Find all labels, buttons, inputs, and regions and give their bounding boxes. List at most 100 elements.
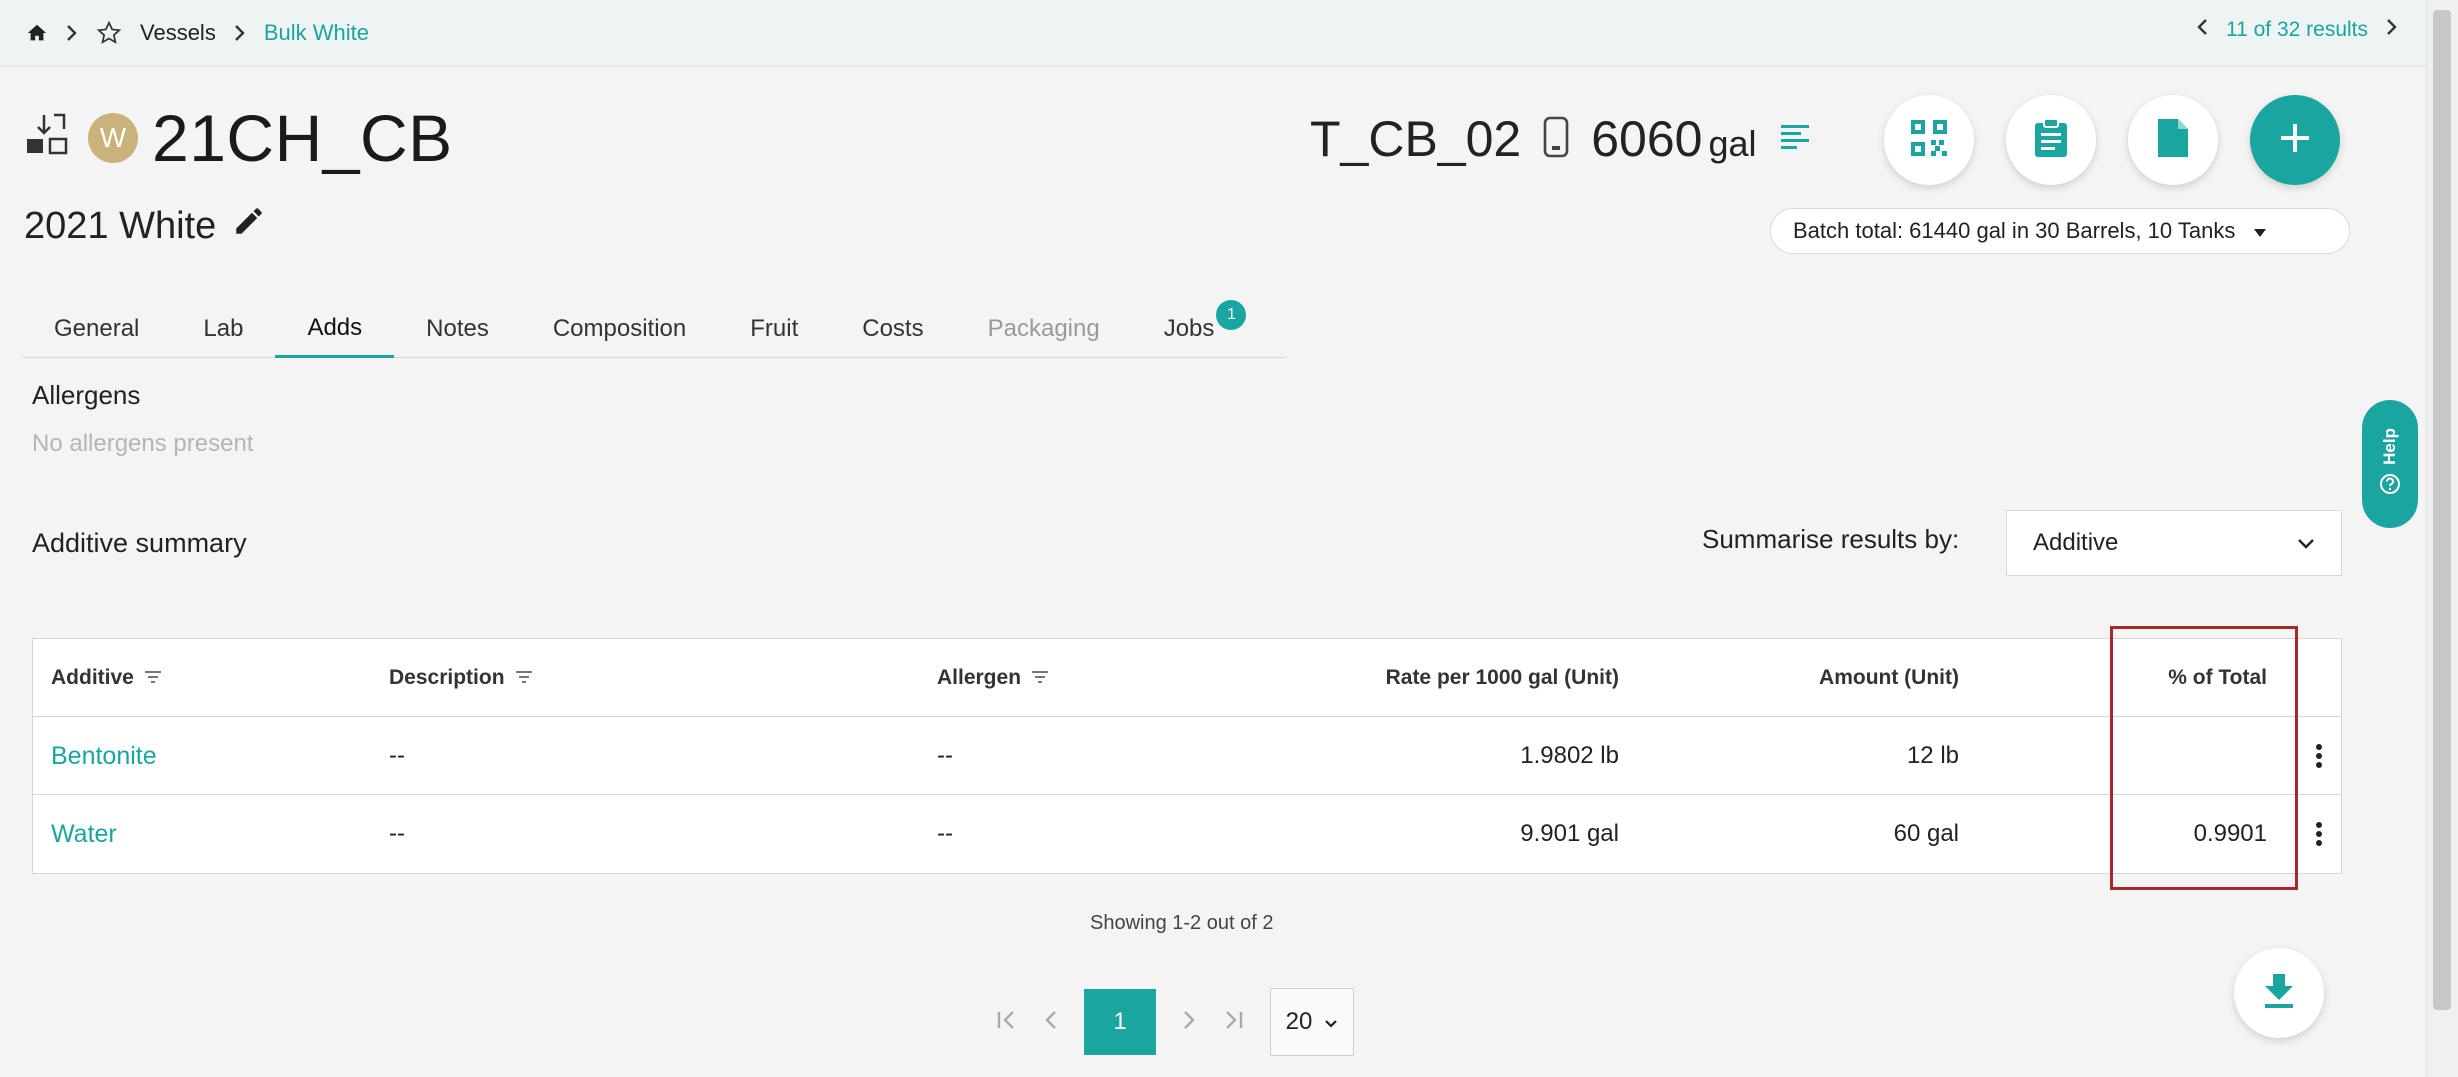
summarise-label: Summarise results by: <box>1702 524 1960 554</box>
chevron-right-icon <box>66 24 78 42</box>
next-page-icon[interactable] <box>1182 1009 1196 1036</box>
tab-adds[interactable]: Adds <box>275 300 395 358</box>
table-row: Bentonite -- -- 1.9802 lb 12 lb <box>33 717 2341 795</box>
chevron-left-icon[interactable] <box>2196 18 2208 42</box>
scrollbar-thumb[interactable] <box>2433 10 2451 1010</box>
allergen-cell: -- <box>937 820 953 847</box>
vessel-header: W 21CH_CB <box>24 100 453 176</box>
chevron-right-icon <box>234 24 246 42</box>
header-description[interactable]: Description <box>389 639 533 717</box>
more-options-icon[interactable] <box>2315 743 2323 774</box>
first-page-icon[interactable] <box>996 1009 1018 1036</box>
header-amount[interactable]: Amount (Unit) <box>1633 639 1959 717</box>
header-additive[interactable]: Additive <box>51 639 162 717</box>
additive-link[interactable]: Bentonite <box>51 717 157 795</box>
page-size-select[interactable]: 20 <box>1270 988 1354 1056</box>
header-label: Additive <box>51 666 134 689</box>
fill-level-icon[interactable] <box>1779 121 1811 158</box>
rate-cell: 9.901 gal <box>1520 820 1619 847</box>
tab-label: Lab <box>203 315 244 342</box>
filter-icon[interactable] <box>1031 666 1049 690</box>
tab-notes[interactable]: Notes <box>394 300 521 358</box>
filter-icon[interactable] <box>144 666 162 690</box>
tab-label: Packaging <box>987 315 1100 342</box>
tab-jobs[interactable]: Jobs 1 <box>1132 300 1247 358</box>
prev-page-icon[interactable] <box>1044 1009 1058 1036</box>
header-rate[interactable]: Rate per 1000 gal (Unit) <box>1213 639 1619 717</box>
tab-lab[interactable]: Lab <box>171 300 275 358</box>
clipboard-icon <box>2033 117 2069 164</box>
tab-fruit[interactable]: Fruit <box>718 300 830 358</box>
allergens-title: Allergens <box>32 380 141 410</box>
batch-total-text: Batch total: 61440 gal in 30 Barrels, 10… <box>1793 218 2236 243</box>
pct-cell: 0.9901 <box>2193 820 2267 847</box>
scrollbar[interactable] <box>2426 0 2458 1077</box>
jobs-count-badge: 1 <box>1216 300 1247 330</box>
help-tab[interactable]: Help <box>2362 400 2418 528</box>
batch-name-text: 2021 White <box>24 204 217 247</box>
edit-icon[interactable] <box>232 204 266 248</box>
download-button[interactable] <box>2234 948 2324 1038</box>
batch-total-dropdown[interactable]: Batch total: 61440 gal in 30 Barrels, 10… <box>1770 208 2350 254</box>
description-cell: -- <box>389 742 405 769</box>
help-icon <box>2379 473 2401 500</box>
results-count[interactable]: 11 of 32 results <box>2226 18 2368 42</box>
page-1-button[interactable]: 1 <box>1084 989 1156 1055</box>
document-button[interactable] <box>2128 95 2218 185</box>
transfer-icon[interactable] <box>24 111 74 166</box>
filter-icon[interactable] <box>515 666 533 690</box>
tab-label: Adds <box>307 313 363 341</box>
chevron-right-icon[interactable] <box>2386 18 2398 42</box>
tab-bar: General Lab Adds Notes Composition Fruit… <box>22 300 1286 358</box>
page-size-value: 20 <box>1285 1008 1313 1035</box>
amount-cell: 12 lb <box>1906 742 1959 769</box>
tank-volume: 6060 gal <box>1591 110 1756 168</box>
tank-code: T_CB_02 <box>1310 111 1522 167</box>
clipboard-button[interactable] <box>2006 95 2096 185</box>
allergen-cell: -- <box>937 742 953 769</box>
batch-color-badge: W <box>88 113 138 163</box>
tab-label: Notes <box>426 315 489 342</box>
tank-info: T_CB_02 6060 gal <box>1310 110 1811 168</box>
tab-composition[interactable]: Composition <box>521 300 718 358</box>
results-pager: 11 of 32 results <box>2196 18 2398 42</box>
volume-unit: gal <box>1708 123 1757 164</box>
tab-label: Jobs <box>1163 315 1215 342</box>
summarise-value: Additive <box>2033 529 2119 556</box>
device-icon <box>1543 116 1569 163</box>
tab-general[interactable]: General <box>22 300 171 358</box>
qr-code-button[interactable] <box>1884 95 1974 185</box>
top-bar: Vessels Bulk White 11 of 32 results <box>0 0 2426 66</box>
star-icon[interactable] <box>96 20 122 46</box>
help-label: Help <box>2380 428 2399 465</box>
table-row: Water -- -- 9.901 gal 60 gal 0.9901 <box>33 795 2341 873</box>
document-icon <box>2156 117 2190 164</box>
description-cell: -- <box>389 820 405 847</box>
volume-value: 6060 <box>1591 111 1703 167</box>
header-pct-total[interactable]: % of Total <box>2033 639 2267 717</box>
breadcrumb-current[interactable]: Bulk White <box>264 20 369 46</box>
last-page-icon[interactable] <box>1222 1009 1244 1036</box>
home-icon[interactable] <box>26 22 48 44</box>
tab-label: General <box>54 315 140 342</box>
rate-cell: 1.9802 lb <box>1520 742 1619 769</box>
table-header-row: Additive Description Allergen Rate per 1… <box>33 639 2341 717</box>
batch-name: 2021 White <box>24 204 266 248</box>
summarise-select[interactable]: Additive <box>2006 510 2342 576</box>
add-button[interactable] <box>2250 95 2340 185</box>
allergens-empty: No allergens present <box>32 430 254 457</box>
chevron-down-icon <box>2297 529 2315 557</box>
additive-summary-title: Additive summary <box>32 528 247 558</box>
additive-table: Additive Description Allergen Rate per 1… <box>32 638 2342 874</box>
qr-code-icon <box>1909 118 1949 163</box>
more-options-icon[interactable] <box>2315 821 2323 852</box>
header-allergen[interactable]: Allergen <box>937 639 1049 717</box>
header-label: Description <box>389 666 505 689</box>
additive-link[interactable]: Water <box>51 795 117 873</box>
breadcrumb-vessels[interactable]: Vessels <box>140 20 216 46</box>
header-label: Allergen <box>937 666 1022 689</box>
amount-cell: 60 gal <box>1893 820 1959 847</box>
tab-costs[interactable]: Costs <box>830 300 955 358</box>
tab-label: Composition <box>552 315 687 342</box>
tab-packaging: Packaging <box>956 300 1132 358</box>
